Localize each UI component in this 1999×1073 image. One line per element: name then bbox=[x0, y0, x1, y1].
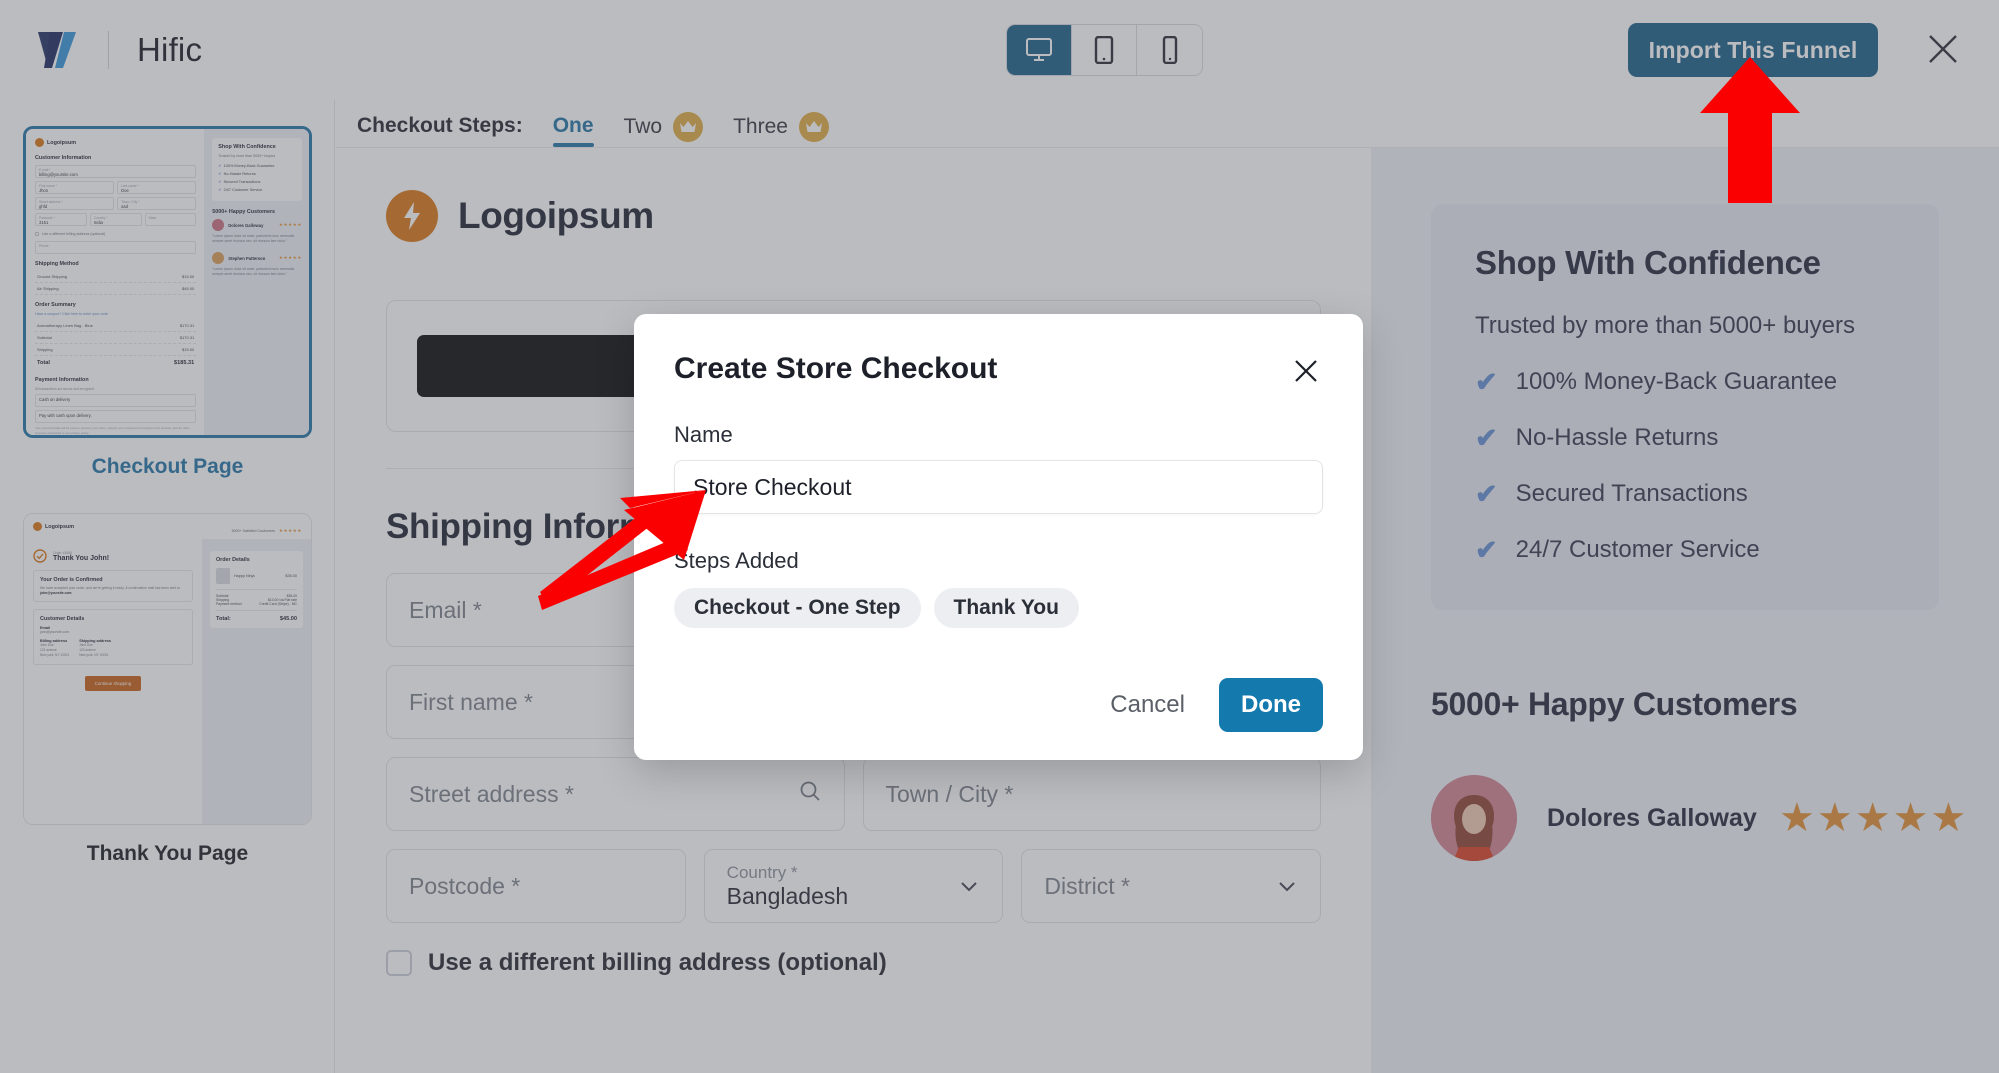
dialog-header: Create Store Checkout bbox=[674, 352, 1323, 388]
create-store-checkout-dialog: Create Store Checkout Name Store Checkou… bbox=[634, 314, 1363, 760]
close-icon[interactable] bbox=[1289, 354, 1323, 388]
steps-added-chips: Checkout - One Step Thank You bbox=[674, 588, 1323, 628]
done-button[interactable]: Done bbox=[1219, 678, 1323, 732]
dialog-title: Create Store Checkout bbox=[674, 352, 998, 385]
name-input-value: Store Checkout bbox=[693, 473, 852, 500]
cancel-button[interactable]: Cancel bbox=[1110, 691, 1185, 719]
step-chip-checkout-one-step[interactable]: Checkout - One Step bbox=[674, 588, 921, 628]
name-input[interactable]: Store Checkout bbox=[674, 460, 1323, 514]
step-chip-thank-you[interactable]: Thank You bbox=[933, 588, 1079, 628]
app-root: Hific Import This Funnel Logoipsum Custo… bbox=[0, 0, 1999, 1073]
steps-added-label: Steps Added bbox=[674, 548, 799, 573]
name-label: Name bbox=[674, 422, 733, 447]
dialog-actions: Cancel Done bbox=[674, 678, 1323, 732]
